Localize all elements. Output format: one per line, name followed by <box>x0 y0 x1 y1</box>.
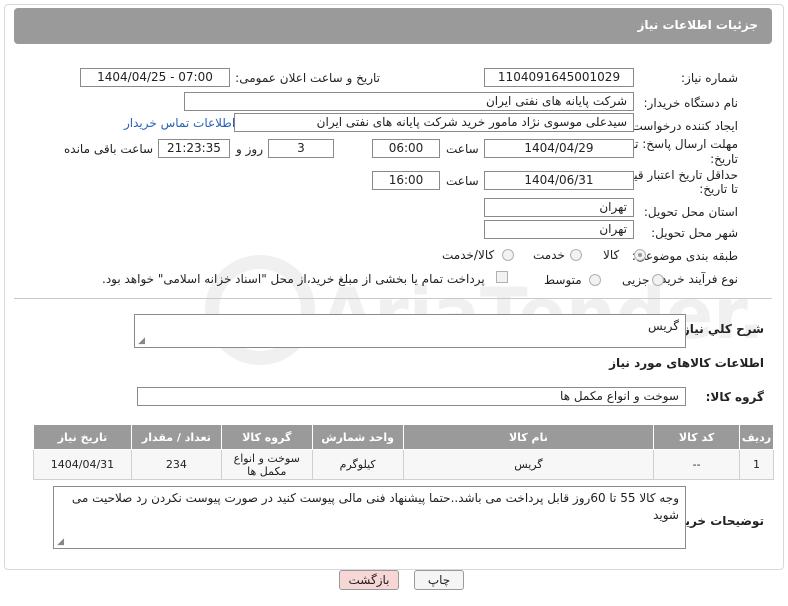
col-item-name: نام کالا <box>402 424 655 450</box>
creator-label: ایجاد کننده درخواست: <box>627 119 738 133</box>
resize-grip-icon[interactable]: ◢ <box>137 337 145 346</box>
creator-field[interactable]: سیدعلی موسوی نژاد مامور خرید شرکت پایانه… <box>234 113 634 132</box>
col-item-group: گروه کالا <box>220 424 313 450</box>
cell-unit: کیلوگرم <box>311 449 404 480</box>
remaining-time-field[interactable]: 21:23:35 <box>158 139 230 158</box>
remaining-label: ساعت باقی مانده <box>64 142 154 156</box>
col-quantity: تعداد / مقدار <box>130 424 222 450</box>
resize-grip-icon[interactable]: ◢ <box>56 538 64 547</box>
category-radio-goods[interactable] <box>634 249 646 261</box>
deadline-date-field[interactable]: 1404/04/29 <box>484 139 634 158</box>
buyer-notes-field[interactable]: وجه کالا 55 تا 60روز قابل پرداخت می باشد… <box>53 486 686 549</box>
validity-label-date: تا تاریخ: <box>699 182 738 196</box>
process-option-medium: متوسط <box>544 273 582 287</box>
summary-text: گریس <box>648 319 679 333</box>
category-option-service: خدمت <box>533 248 565 262</box>
days-remaining-field[interactable]: 3 <box>268 139 334 158</box>
summary-field[interactable]: گریس ◢ <box>134 314 686 348</box>
col-row-number: ردیف <box>739 424 774 450</box>
divider <box>14 298 772 299</box>
process-option-minor: جزیی <box>622 273 650 287</box>
category-radio-both[interactable] <box>502 249 514 261</box>
need-number-field[interactable]: 1104091645001029 <box>484 68 634 87</box>
category-radio-service[interactable] <box>570 249 582 261</box>
summary-label: شرح کلي نياز: <box>678 322 764 336</box>
back-button[interactable]: بازگشت <box>339 570 399 590</box>
province-label: استان محل تحویل: <box>643 205 738 219</box>
announce-label: تاریخ و ساعت اعلان عمومی: <box>235 71 380 85</box>
cell-item-code: -- <box>653 449 741 480</box>
buyer-org-field[interactable]: شرکت پایانه های نفتی ایران <box>184 92 634 111</box>
validity-time-field[interactable]: 16:00 <box>372 171 440 190</box>
deadline-label-date: تاریخ: <box>710 152 738 166</box>
goods-section-title: اطلاعات کالاهای مورد نیاز <box>609 356 764 370</box>
days-label: روز و <box>236 142 263 156</box>
cell-item-group: سوخت و انواع مکمل ها <box>220 449 313 480</box>
deadline-time-field[interactable]: 06:00 <box>372 139 440 158</box>
cell-need-date: 1404/04/31 <box>33 449 132 480</box>
deadline-time-label: ساعت <box>446 142 479 156</box>
col-unit: واحد شمارش <box>311 424 404 450</box>
city-field[interactable]: تهران <box>484 220 634 239</box>
cell-quantity: 234 <box>130 449 222 480</box>
category-label: طبقه بندی موضوعی: <box>631 249 738 263</box>
cell-item-name: گریس <box>402 449 655 480</box>
treasury-checkbox[interactable] <box>496 271 508 283</box>
deadline-label: مهلت ارسال پاسخ: تا <box>631 137 738 151</box>
city-label: شهر محل تحویل: <box>651 226 738 240</box>
table-header-row: ردیف کد کالا نام کالا واحد شمارش گروه کا… <box>33 424 774 450</box>
announce-field[interactable]: 1404/04/25 - 07:00 <box>80 68 230 87</box>
need-number-label: شماره نیاز: <box>681 71 738 85</box>
page-title: جزئیات اطلاعات نیاز <box>637 18 758 32</box>
process-label: نوع فرآیند خرید : <box>653 272 738 286</box>
header-bar: جزئیات اطلاعات نیاز <box>14 8 772 44</box>
goods-table: ردیف کد کالا نام کالا واحد شمارش گروه کا… <box>33 424 774 480</box>
buyer-notes-text: وجه کالا 55 تا 60روز قابل پرداخت می باشد… <box>71 491 679 522</box>
province-field[interactable]: تهران <box>484 198 634 217</box>
process-radio-medium[interactable] <box>589 274 601 286</box>
buyer-org-label: نام دستگاه خریدار: <box>643 96 739 110</box>
table-row[interactable]: 1 -- گریس کیلوگرم سوخت و انواع مکمل ها 2… <box>33 449 774 480</box>
print-button[interactable]: چاپ <box>414 570 464 590</box>
validity-date-field[interactable]: 1404/06/31 <box>484 171 634 190</box>
category-option-goods: کالا <box>603 248 620 262</box>
col-need-date: تاریخ نیاز <box>33 424 132 450</box>
validity-time-label: ساعت <box>446 174 479 188</box>
category-option-both: کالا/خدمت <box>442 248 495 262</box>
cell-row-number: 1 <box>739 449 774 480</box>
col-item-code: کد کالا <box>653 424 741 450</box>
payment-note: پرداخت تمام یا بخشی از مبلغ خرید،از محل … <box>102 272 485 286</box>
buyer-contact-link[interactable]: اطلاعات تماس خریدار <box>124 116 235 130</box>
goods-group-label: گروه کالا: <box>705 390 764 404</box>
goods-group-field[interactable]: سوخت و انواع مکمل ها <box>137 387 686 406</box>
process-radio-minor[interactable] <box>652 274 664 286</box>
